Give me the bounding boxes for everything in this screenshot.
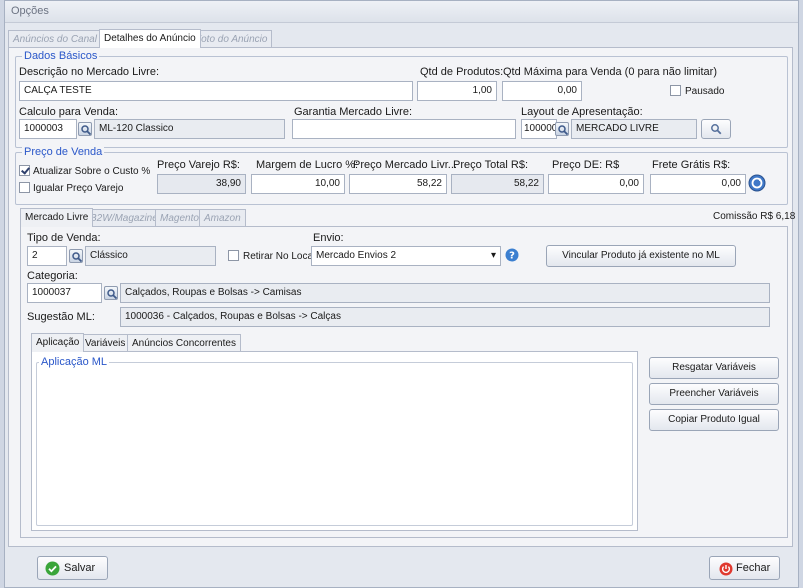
tab-anuncios-concorrentes[interactable]: Anúncios Concorrentes (127, 334, 241, 352)
tab-amazon[interactable]: Amazon (199, 209, 246, 227)
preco-venda-legend: Preço de Venda (22, 145, 105, 159)
preco-mercado-input[interactable]: 58,22 (349, 174, 447, 194)
preco-varejo-field: 38,90 (157, 174, 246, 194)
calculo-desc-field: ML-120 Classico (94, 119, 285, 139)
salvar-label: Salvar (64, 562, 96, 574)
aplicacao-panel: Aplicação ML (31, 351, 638, 531)
dados-basicos-legend: Dados Básicos (22, 49, 100, 63)
categoria-search-icon[interactable] (104, 286, 118, 300)
chevron-down-icon: ▾ (490, 250, 496, 261)
preencher-variaveis-button[interactable]: Preencher Variáveis (649, 383, 779, 405)
window-title: Opções (11, 5, 49, 17)
tipo-venda-code-input[interactable]: 2 (27, 246, 67, 266)
calculo-search-icon[interactable] (78, 122, 92, 136)
frete-gratis-input[interactable]: 0,00 (650, 174, 746, 194)
layout-code-input[interactable]: 100000: (521, 119, 557, 139)
dados-basicos-group: Dados Básicos Descrição no Mercado Livre… (15, 49, 788, 148)
envio-select[interactable]: Mercado Envios 2 ▾ (311, 246, 501, 266)
fechar-label: Fechar (736, 562, 771, 574)
frete-gratis-label: Frete Grátis R$: (652, 159, 731, 171)
atualizar-custo-label: Atualizar Sobre o Custo % (33, 166, 151, 177)
categoria-label: Categoria: (27, 270, 78, 282)
envio-select-value: Mercado Envios 2 (316, 250, 397, 261)
sugestao-field: 1000036 - Calçados, Roupas e Bolsas -> C… (120, 307, 770, 327)
resgatar-variaveis-button[interactable]: Resgatar Variáveis (649, 357, 779, 379)
power-off-icon (719, 562, 733, 576)
check-icon (45, 561, 60, 576)
categoria-code-input[interactable]: 1000037 (27, 283, 102, 303)
comissao-label: Comissão R$ 6,18 (713, 211, 796, 222)
preco-venda-group: Preço de Venda Atualizar Sobre o Custo %… (15, 145, 788, 205)
help-icon[interactable]: ? (505, 248, 519, 262)
preco-total-label: Preço Total R$: (453, 159, 529, 171)
svg-text:?: ? (509, 251, 515, 262)
layout-label: Layout de Apresentação: (521, 106, 643, 118)
aplicacao-ml-legend: Aplicação ML (39, 355, 110, 369)
mercado-livre-panel: Tipo de Venda: 2 Clássico Retirar No Loc… (20, 226, 788, 538)
refresh-frete-icon[interactable] (748, 174, 766, 192)
igualar-varejo-checkbox[interactable] (19, 182, 30, 193)
preco-total-field: 58,22 (451, 174, 544, 194)
qtd-maxima-input[interactable]: 0,00 (502, 81, 582, 101)
garantia-input[interactable] (292, 119, 516, 139)
retirar-local-label: Retirar No Local (243, 251, 316, 262)
tab-magento[interactable]: Magento (155, 209, 204, 227)
pausado-checkbox[interactable] (670, 85, 681, 96)
preco-varejo-label: Preço Varejo R$: (157, 159, 240, 171)
preco-mercado-label: Preço Mercado Livr... (353, 159, 457, 171)
preco-de-label: Preço DE: R$ (552, 159, 620, 171)
aplicacao-ml-group[interactable]: Aplicação ML (36, 355, 633, 526)
tab-b2w-magazine[interactable]: B2W/Magazine (85, 209, 163, 227)
margem-lucro-input[interactable]: 10,00 (251, 174, 345, 194)
qtd-produtos-label: Qtd de Produtos: (420, 66, 504, 78)
tipo-venda-label: Tipo de Venda: (27, 232, 101, 244)
tab-anuncios-canal[interactable]: Anúncios do Canal (8, 30, 102, 48)
layout-search-icon[interactable] (555, 122, 569, 136)
preco-de-input[interactable]: 0,00 (548, 174, 644, 194)
descricao-input[interactable]: CALÇA TESTE (19, 81, 413, 101)
descricao-label: Descrição no Mercado Livre: (19, 66, 160, 78)
qtd-produtos-input[interactable]: 1,00 (417, 81, 497, 101)
vincular-produto-button[interactable]: Vincular Produto já existente no ML (546, 245, 736, 267)
categoria-desc-field: Calçados, Roupas e Bolsas -> Camisas (120, 283, 770, 303)
magnifier-icon (711, 124, 722, 135)
atualizar-custo-checkbox[interactable] (19, 165, 30, 176)
detalhes-panel: Dados Básicos Descrição no Mercado Livre… (8, 47, 796, 547)
sugestao-label: Sugestão ML: (27, 311, 95, 323)
tab-detalhes-anuncio[interactable]: Detalhes do Anúncio (99, 29, 201, 48)
igualar-varejo-label: Igualar Preço Varejo (33, 183, 124, 194)
fechar-button[interactable]: Fechar (709, 556, 780, 580)
calculo-code-input[interactable]: 1000003 (19, 119, 77, 139)
calculo-label: Calculo para Venda: (19, 106, 119, 118)
layout-desc-field: MERCADO LIVRE (571, 119, 697, 139)
garantia-label: Garantia Mercado Livre: (294, 106, 412, 118)
margem-lucro-label: Margem de Lucro %: (256, 159, 359, 171)
layout-search-button[interactable] (701, 119, 731, 139)
retirar-local-checkbox[interactable] (228, 250, 239, 261)
title-bar: Opções (5, 1, 798, 23)
tab-mercado-livre[interactable]: Mercado Livre (20, 208, 94, 227)
salvar-button[interactable]: Salvar (37, 556, 108, 580)
tipo-venda-search-icon[interactable] (69, 249, 83, 263)
options-window: Opções Anúncios do Canal Detalhes do Anú… (4, 0, 799, 588)
envio-label: Envio: (313, 232, 344, 244)
tab-foto-anuncio[interactable]: Foto do Anúncio (190, 30, 273, 48)
tab-aplicacao[interactable]: Aplicação (31, 333, 85, 352)
tipo-venda-desc-field: Clássico (85, 246, 216, 266)
tab-variaveis[interactable]: Variáveis (80, 334, 131, 352)
qtd-maxima-label: Qtd Máxima para Venda (0 para não limita… (503, 66, 717, 78)
pausado-label: Pausado (685, 86, 725, 97)
copiar-produto-igual-button[interactable]: Copiar Produto Igual (649, 409, 779, 431)
